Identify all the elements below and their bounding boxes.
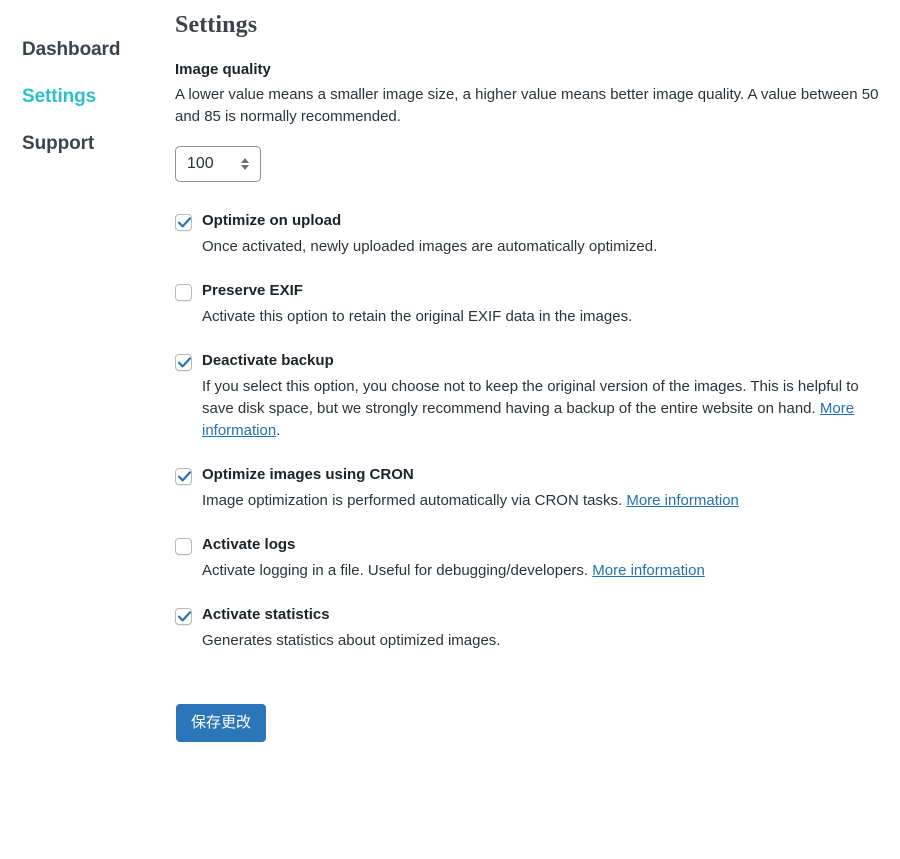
option-preserve-exif: Preserve EXIF Activate this option to re…	[175, 282, 892, 328]
option-title: Preserve EXIF	[202, 282, 303, 300]
option-description-text: Activate this option to retain the origi…	[202, 308, 633, 326]
option-description: Activate this option to retain the origi…	[202, 306, 892, 328]
option-activate-logs: Activate logs Activate logging in a file…	[175, 536, 892, 582]
page-title: Settings	[175, 12, 258, 38]
option-description-text: Once activated, newly uploaded images ar…	[202, 238, 658, 256]
sidebar-item-dashboard[interactable]: Dashboard	[0, 38, 175, 62]
sidebar-item-settings[interactable]: Settings	[0, 85, 175, 109]
option-header[interactable]: Deactivate backup	[175, 352, 892, 372]
option-header[interactable]: Optimize images using CRON	[175, 466, 892, 486]
option-description-text: If you select this option, you choose no…	[202, 378, 859, 418]
sidebar-item-support[interactable]: Support	[0, 132, 175, 156]
stepper-down-icon[interactable]	[241, 165, 249, 171]
submit-area: 保存更改	[175, 704, 892, 743]
option-description: Generates statistics about optimized ima…	[202, 630, 892, 652]
option-header[interactable]: Activate statistics	[175, 606, 892, 626]
more-information-link[interactable]: More information	[592, 562, 705, 579]
option-description: Once activated, newly uploaded images ar…	[202, 236, 892, 258]
option-description: Image optimization is performed automati…	[202, 490, 892, 512]
main-content: Settings Image quality A lower value mea…	[175, 0, 900, 743]
option-description: If you select this option, you choose no…	[202, 376, 892, 442]
option-header[interactable]: Optimize on upload	[175, 212, 892, 232]
checkbox-activate-statistics[interactable]	[175, 608, 192, 626]
option-description-suffix: .	[276, 422, 281, 440]
option-description-text: Activate logging in a file. Useful for d…	[202, 562, 593, 580]
more-information-link[interactable]: More information	[626, 492, 739, 509]
checkbox-deactivate-backup[interactable]	[175, 354, 192, 372]
image-quality-input[interactable]: 100	[175, 146, 261, 183]
option-title: Activate statistics	[202, 606, 330, 624]
option-activate-statistics: Activate statistics Generates statistics…	[175, 606, 892, 652]
image-quality-description: A lower value means a smaller image size…	[175, 86, 879, 126]
option-header[interactable]: Activate logs	[175, 536, 892, 556]
checkbox-activate-logs[interactable]	[175, 538, 192, 556]
option-title: Optimize images using CRON	[202, 466, 414, 484]
checkbox-optimize-on-upload[interactable]	[175, 214, 192, 232]
option-optimize-using-cron: Optimize images using CRON Image optimiz…	[175, 466, 892, 512]
option-description-text: Generates statistics about optimized ima…	[202, 632, 501, 650]
image-quality-label: Image quality	[175, 61, 271, 78]
option-description: Activate logging in a file. Useful for d…	[202, 560, 892, 582]
image-quality-value: 100	[187, 155, 214, 173]
option-description-text: Image optimization is performed automati…	[202, 492, 627, 510]
save-changes-button[interactable]: 保存更改	[176, 704, 267, 743]
option-optimize-on-upload: Optimize on upload Once activated, newly…	[175, 212, 892, 258]
option-header[interactable]: Preserve EXIF	[175, 282, 892, 302]
sidebar: Dashboard Settings Support	[0, 0, 175, 178]
settings-page: Dashboard Settings Support Settings Imag…	[0, 0, 900, 859]
option-title: Optimize on upload	[202, 212, 342, 230]
option-title: Deactivate backup	[202, 352, 334, 370]
option-title: Activate logs	[202, 536, 296, 554]
checkbox-preserve-exif[interactable]	[175, 284, 192, 302]
option-deactivate-backup: Deactivate backup If you select this opt…	[175, 352, 892, 442]
number-stepper[interactable]	[238, 158, 252, 171]
checkbox-optimize-using-cron[interactable]	[175, 468, 192, 486]
stepper-up-icon[interactable]	[241, 158, 249, 164]
